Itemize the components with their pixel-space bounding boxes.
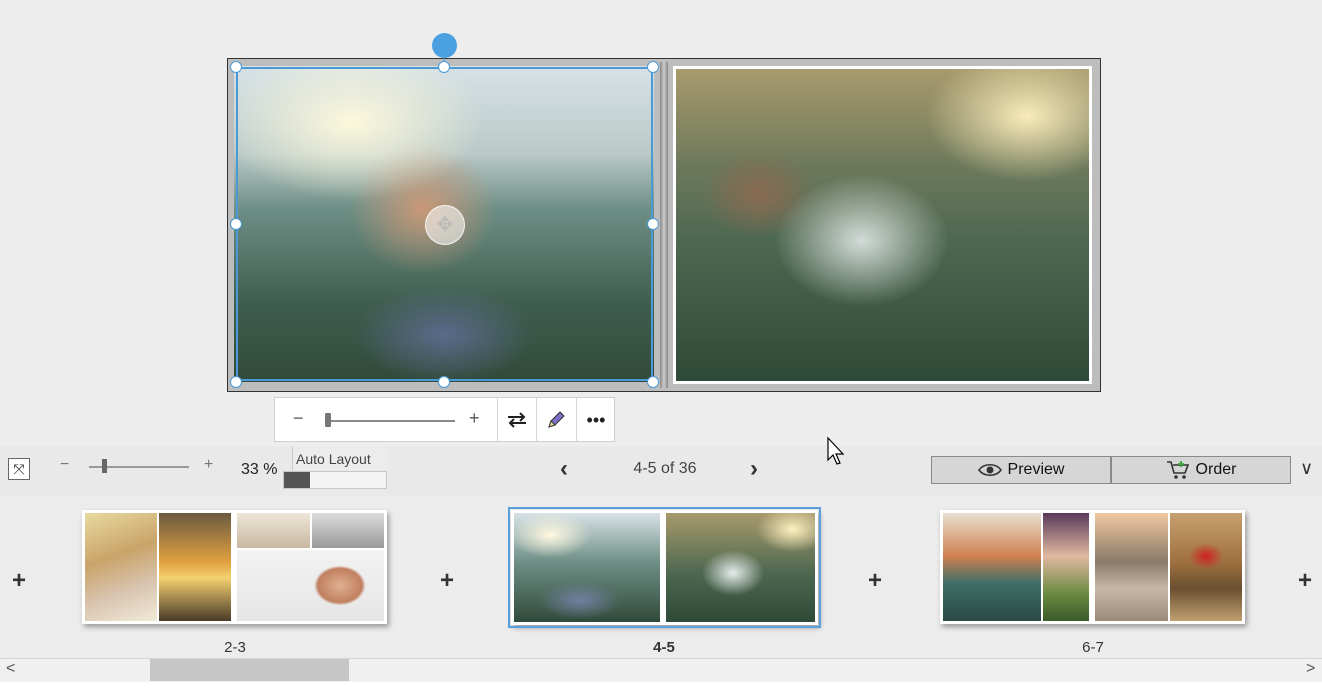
add-page-button[interactable]: + [868,567,882,595]
swap-arrows-icon [508,412,526,428]
resize-handle-bottom-right[interactable] [647,376,659,388]
thumbnail-label: 2-3 [224,639,246,656]
add-page-button[interactable]: + [1298,567,1312,595]
photo-kids-splashing[interactable] [673,66,1092,384]
zoom-value: 33 % [241,461,278,478]
pencil-icon [548,411,565,428]
preview-label: Preview [1007,461,1065,478]
resize-handle-top-right[interactable] [647,61,659,73]
order-button[interactable]: Order [1111,456,1291,484]
photo-zoom-out-button[interactable]: − [293,408,304,429]
photo-zoom-track[interactable] [325,420,455,422]
scrollbar-thumb[interactable] [150,659,349,681]
thumbnail-spread-selected[interactable] [508,507,821,628]
book-spine [660,62,668,388]
photo-zoom-slider-thumb[interactable] [325,413,331,427]
add-page-button[interactable]: + [12,567,26,595]
add-page-button[interactable]: + [440,567,454,595]
photo-zoom-in-button[interactable]: + [469,408,480,429]
resize-handle-bottom-left[interactable] [230,376,242,388]
next-page-button[interactable]: › [750,455,758,483]
zoom-out-button[interactable]: − [60,456,69,474]
swap-button[interactable] [502,406,532,434]
scroll-right-button[interactable]: > [1306,660,1315,678]
thumbnail-label-selected: 4-5 [653,639,675,656]
resize-handle-top-left[interactable] [230,61,242,73]
toolbar-divider [576,398,577,441]
thumbnail-spread[interactable] [82,510,387,624]
fit-to-screen-icon[interactable]: ⤧ [8,458,30,480]
eye-icon [977,463,1002,476]
toolbar-divider [536,398,537,441]
preview-button[interactable]: Preview [931,456,1111,484]
zoom-in-button[interactable]: + [204,456,213,474]
rotate-handle[interactable] [432,33,457,58]
resize-handle-left[interactable] [230,218,242,230]
cart-icon [1166,460,1189,479]
previous-page-button[interactable]: ‹ [560,455,568,483]
page-counter: 4-5 of 36 [633,460,697,477]
auto-layout-progress[interactable] [283,471,387,489]
photo-toolbar: − + ••• [274,397,615,442]
thumbnail-label: 6-7 [1082,639,1104,656]
toolbar-divider [497,398,498,441]
more-dots-icon: ••• [586,410,606,430]
resize-handle-right[interactable] [647,218,659,230]
edit-button[interactable] [541,406,571,434]
auto-layout-label: Auto Layout [292,446,388,470]
order-label: Order [1195,461,1237,478]
scroll-left-button[interactable]: < [6,660,15,678]
thumbnail-spread[interactable] [940,510,1245,624]
more-options-button[interactable]: ••• [581,406,611,434]
move-handle-icon[interactable] [425,205,465,245]
resize-handle-top[interactable] [438,61,450,73]
zoom-slider-thumb[interactable] [102,459,107,473]
resize-handle-bottom[interactable] [438,376,450,388]
window-bottom-edge [0,682,1322,688]
mouse-cursor-icon [827,436,845,465]
chevron-down-icon[interactable]: ∨ [1300,458,1313,479]
auto-layout-progress-fill [284,472,310,488]
